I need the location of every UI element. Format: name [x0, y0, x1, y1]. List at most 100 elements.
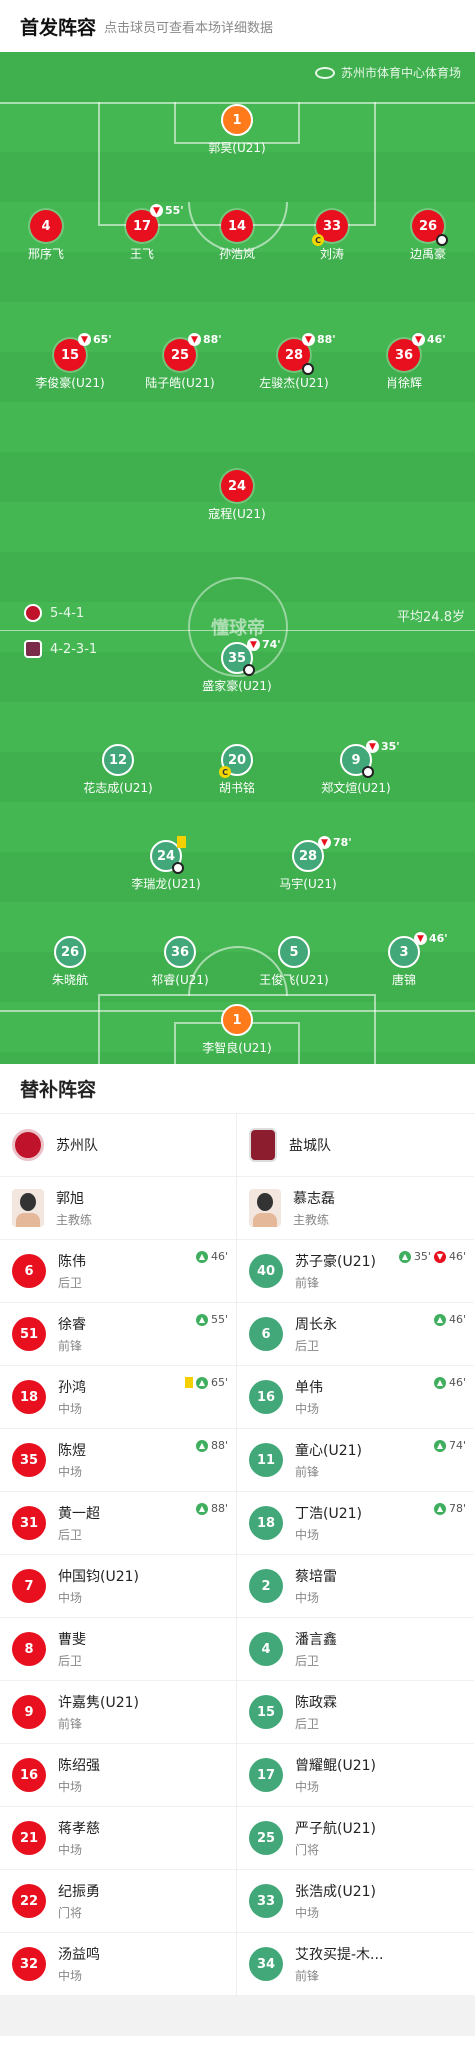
sub-player-row[interactable]: 15 陈政霖 后卫: [237, 1681, 474, 1744]
away-player[interactable]: 35 ▼ 74' 盛家豪(U21): [177, 638, 297, 694]
sub-event: ▲ 88': [195, 1502, 228, 1515]
sub-player-row[interactable]: 17 曾耀鲲(U21) 中场: [237, 1744, 474, 1807]
player-name: 郭昊(U21): [208, 141, 266, 155]
sub-position: 中场: [58, 1969, 83, 1983]
away-player[interactable]: 26 朱晓航: [10, 936, 130, 988]
sub-minute: 74': [448, 1439, 466, 1452]
sub-player-row[interactable]: 6 周长永 后卫 ▲ 46': [237, 1303, 474, 1366]
home-player[interactable]: 1 郭昊(U21): [177, 104, 297, 156]
player-name: 郑文煊(U21): [321, 781, 391, 795]
away-player[interactable]: 1 李智良(U21): [177, 1004, 297, 1056]
away-team-row[interactable]: 盐城队: [237, 1114, 474, 1177]
sub-player-row[interactable]: 21 蒋孝慈 中场: [0, 1807, 236, 1870]
sub-number: 6: [249, 1317, 283, 1351]
player-name: 唐锦: [391, 973, 416, 987]
venue-name: 苏州市体育中心体育场: [340, 66, 461, 80]
sub-player-row[interactable]: 35 陈煜 中场 ▲ 88': [0, 1429, 236, 1492]
player-number: 36: [164, 936, 196, 968]
sub-name: 曹斐: [58, 1632, 86, 1648]
sub-player-row[interactable]: 18 丁浩(U21) 中场 ▲ 78': [237, 1492, 474, 1555]
player-number: 20: [227, 752, 247, 768]
sub-in-icon: ▲: [433, 1313, 446, 1326]
away-player[interactable]: 5 王俊飞(U21): [234, 936, 354, 988]
sub-number: 40: [249, 1254, 283, 1288]
away-subs-column: 盐城队 慕志磊 主教练 40 苏子豪(U21) 前锋 ▲ 35' ▼ 46' 6 周长永后…: [237, 1114, 474, 1996]
sub-minute: 88': [210, 1439, 228, 1452]
sub-number: 32: [12, 1947, 46, 1981]
player-name: 朱晓航: [51, 973, 88, 987]
away-player[interactable]: 24 李瑞龙(U21): [106, 836, 226, 892]
sub-player-row[interactable]: 25 严子航(U21) 门将: [237, 1807, 474, 1870]
sub-name: 陈绍强: [58, 1758, 100, 1774]
sub-player-row[interactable]: 11 童心(U21) 前锋 ▲ 74': [237, 1429, 474, 1492]
player-number: 33: [322, 218, 342, 234]
subs-title: 替补阵容: [0, 1064, 475, 1114]
home-team-name: 苏州队: [56, 1138, 98, 1154]
sub-player-row[interactable]: 16 陈绍强 中场: [0, 1744, 236, 1807]
home-player[interactable]: 26 边禹豪: [368, 210, 475, 262]
home-player[interactable]: 25 ▼ 88' 陆子皓(U21): [120, 333, 240, 391]
sub-player-row[interactable]: 18 孙鸿 中场 ▲ 65': [0, 1366, 236, 1429]
home-team-row[interactable]: 苏州队: [0, 1114, 236, 1177]
away-coach-row[interactable]: 慕志磊 主教练: [237, 1177, 474, 1240]
sub-player-row[interactable]: 8 曹斐 后卫: [0, 1618, 236, 1681]
home-player[interactable]: 28 ▼ 88' 左骏杰(U21): [234, 333, 354, 391]
sub-number: 6: [12, 1254, 46, 1288]
home-formation-text: 5-4-1: [50, 605, 85, 621]
away-player[interactable]: 28 ▼ 78' 马宇(U21): [248, 836, 368, 892]
sub-number: 33: [249, 1884, 283, 1918]
sub-name: 黄一超: [58, 1506, 100, 1522]
sub-minute: 74': [262, 638, 281, 651]
sub-player-row[interactable]: 32 汤益鸣 中场: [0, 1933, 236, 1996]
sub-player-row[interactable]: 51 徐睿 前锋 ▲ 55': [0, 1303, 236, 1366]
player-name: 寇程(U21): [208, 507, 266, 521]
sub-minute: 88': [317, 333, 336, 346]
sub-player-row[interactable]: 22 纪振勇 门将: [0, 1870, 236, 1933]
sub-minute: 46': [429, 932, 448, 945]
player-number: 28: [298, 848, 318, 864]
away-player[interactable]: 9 ▼ 35' 郑文煊(U21): [296, 740, 416, 796]
sub-player-row[interactable]: 31 黄一超 后卫 ▲ 88': [0, 1492, 236, 1555]
sub-out-icon: ▼: [366, 740, 379, 753]
home-player[interactable]: 15 ▼ 65' 李俊豪(U21): [10, 333, 130, 391]
sub-number: 4: [249, 1632, 283, 1666]
player-number: 28: [284, 347, 304, 363]
sub-name: 纪振勇: [58, 1884, 100, 1900]
sub-out-indicator: ▼ 35': [366, 740, 400, 753]
sub-player-row[interactable]: 4 潘言鑫 后卫: [237, 1618, 474, 1681]
sub-number: 51: [12, 1317, 46, 1351]
sub-player-row[interactable]: 2 蔡培雷 中场: [237, 1555, 474, 1618]
sub-in-icon: ▲: [398, 1250, 411, 1263]
home-player[interactable]: 24 寇程(U21): [177, 470, 297, 522]
away-player[interactable]: 36 祁睿(U21): [120, 936, 240, 988]
player-name: 李瑞龙(U21): [131, 877, 201, 891]
sub-player-row[interactable]: 7 仲国钧(U21) 中场: [0, 1555, 236, 1618]
player-name: 边禹豪: [409, 247, 446, 261]
sub-out-indicator: ▼ 46': [412, 333, 446, 346]
sub-name: 陈伟: [58, 1254, 86, 1270]
sub-minute: 46': [210, 1250, 228, 1263]
sub-name: 陈煜: [58, 1443, 86, 1459]
sub-player-row[interactable]: 34 艾孜买提-木... 前锋: [237, 1933, 474, 1996]
captain-icon: C: [312, 234, 324, 246]
sub-out-indicator: ▼ 74': [247, 638, 281, 651]
sub-name: 张浩成(U21): [295, 1884, 376, 1900]
away-player[interactable]: 20 C 胡书铭: [177, 744, 297, 796]
sub-number: 18: [249, 1506, 283, 1540]
away-formation-text: 4-2-3-1: [50, 641, 98, 657]
sub-player-row[interactable]: 16 单伟 中场 ▲ 46': [237, 1366, 474, 1429]
sub-player-row[interactable]: 6 陈伟 后卫 ▲ 46': [0, 1240, 236, 1303]
away-player[interactable]: 3 ▼ 46' 唐锦: [344, 932, 464, 988]
sub-number: 34: [249, 1947, 283, 1981]
sub-event: ▲ 46': [433, 1376, 466, 1389]
sub-position: 中场: [58, 1465, 83, 1479]
sub-player-row[interactable]: 40 苏子豪(U21) 前锋 ▲ 35' ▼ 46': [237, 1240, 474, 1303]
sub-player-row[interactable]: 9 许嘉隽(U21) 前锋: [0, 1681, 236, 1744]
home-coach-row[interactable]: 郭旭 主教练: [0, 1177, 236, 1240]
sub-player-row[interactable]: 33 张浩成(U21) 中场: [237, 1870, 474, 1933]
home-player[interactable]: 36 ▼ 46' 肖徐辉: [344, 333, 464, 391]
sub-name: 童心(U21): [295, 1443, 362, 1459]
sub-event: ▲ 74': [433, 1439, 466, 1452]
sub-minute: 88': [203, 333, 222, 346]
away-player[interactable]: 12 花志成(U21): [58, 744, 178, 796]
